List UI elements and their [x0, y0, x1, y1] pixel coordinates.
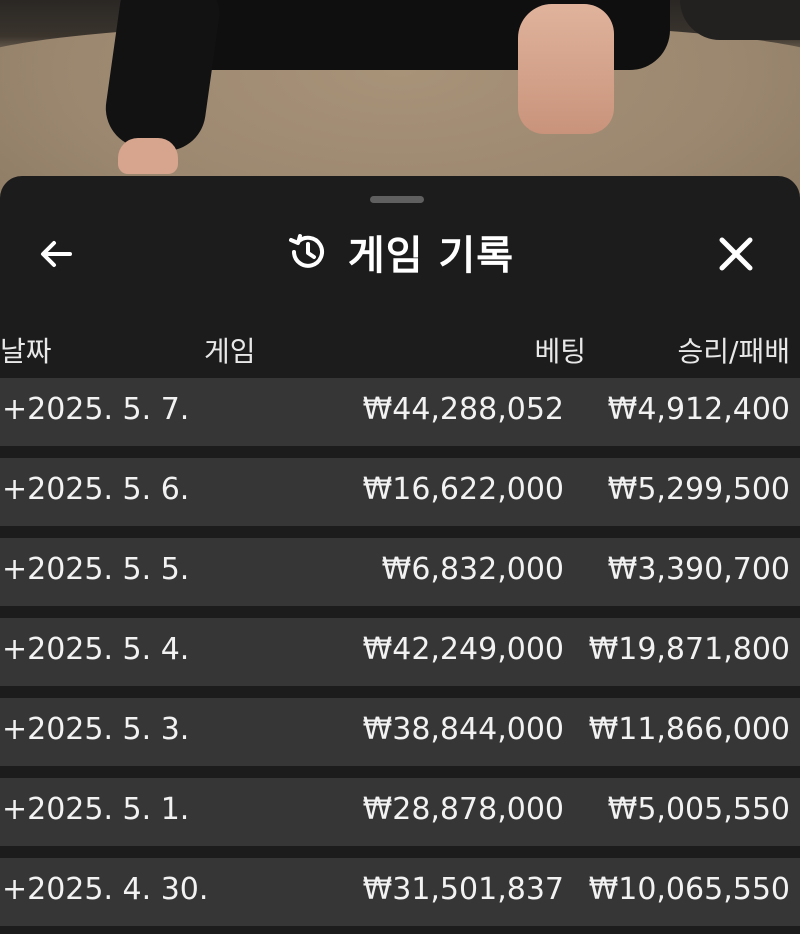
row-date: +2025. 5. 3.	[2, 712, 190, 747]
table-row[interactable]: +2025. 5. 5. ₩6,832,000 ₩3,390,700	[0, 538, 800, 606]
row-date: +2025. 5. 7.	[2, 392, 190, 427]
back-button[interactable]	[28, 226, 84, 282]
history-icon	[288, 234, 324, 268]
row-date: +2025. 5. 6.	[2, 472, 190, 507]
row-date: +2025. 4. 30.	[2, 872, 209, 907]
row-win-loss: ₩10,065,550	[588, 872, 790, 907]
table-row[interactable]: +2025. 5. 6. ₩16,622,000 ₩5,299,500	[0, 458, 800, 526]
dealer-right-hand	[518, 4, 614, 134]
table-header: 날짜 게임 베팅 승리/패배	[0, 326, 800, 370]
row-bet: ₩42,249,000	[362, 632, 564, 667]
column-header-win-loss: 승리/패배	[677, 335, 790, 368]
dealer-left-hand	[118, 138, 178, 174]
row-bet: ₩28,878,000	[362, 792, 564, 827]
row-win-loss: ₩5,299,500	[607, 472, 790, 507]
row-bet: ₩16,622,000	[362, 472, 564, 507]
page-title: 게임 기록	[347, 233, 515, 279]
row-bet: ₩44,288,052	[362, 392, 564, 427]
table-row[interactable]: +2025. 5. 1. ₩28,878,000 ₩5,005,550	[0, 778, 800, 846]
close-button[interactable]	[706, 224, 766, 284]
row-bet: ₩31,501,837	[362, 872, 564, 907]
row-win-loss: ₩3,390,700	[607, 552, 790, 587]
row-win-loss: ₩19,871,800	[588, 632, 790, 667]
row-win-loss: ₩5,005,550	[607, 792, 790, 827]
sheet-drag-handle[interactable]	[370, 196, 424, 203]
column-header-date: 날짜	[0, 335, 52, 368]
column-header-game: 게임	[204, 335, 256, 368]
background-shadow	[680, 0, 800, 40]
table-row[interactable]: +2025. 5. 7. ₩44,288,052 ₩4,912,400	[0, 378, 800, 446]
row-bet: ₩38,844,000	[362, 712, 564, 747]
close-icon	[719, 237, 753, 271]
game-history-sheet: 게임 기록 날짜 게임 베팅 승리/패배 +2025. 5. 7. ₩44,28…	[0, 176, 800, 934]
arrow-left-icon	[41, 241, 72, 267]
column-header-bet: 베팅	[534, 335, 586, 368]
row-date: +2025. 5. 4.	[2, 632, 190, 667]
row-win-loss: ₩11,866,000	[588, 712, 790, 747]
row-date: +2025. 5. 1.	[2, 792, 190, 827]
table-row[interactable]: +2025. 5. 3. ₩38,844,000 ₩11,866,000	[0, 698, 800, 766]
row-win-loss: ₩4,912,400	[607, 392, 790, 427]
live-video-background	[0, 0, 800, 200]
row-bet: ₩6,832,000	[381, 552, 564, 587]
sheet-header: 게임 기록	[0, 212, 800, 292]
table-row[interactable]: +2025. 5. 4. ₩42,249,000 ₩19,871,800	[0, 618, 800, 686]
row-date: +2025. 5. 5.	[2, 552, 190, 587]
table-row[interactable]: +2025. 4. 30. ₩31,501,837 ₩10,065,550	[0, 858, 800, 926]
